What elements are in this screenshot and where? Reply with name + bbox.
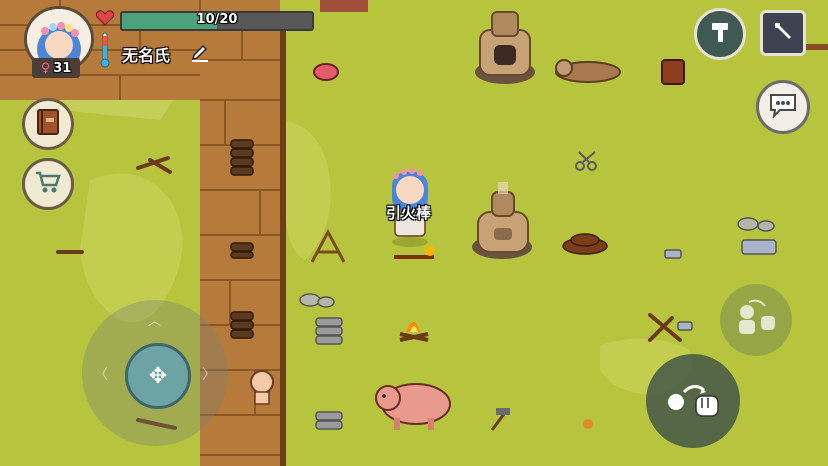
red-rock bbox=[320, 0, 368, 12]
interact-hand-icon bbox=[733, 298, 779, 342]
female-icon: ♀ bbox=[40, 60, 51, 76]
journal-button[interactable] bbox=[22, 98, 74, 150]
book-icon bbox=[35, 108, 61, 140]
player-name: 无名氏 bbox=[122, 46, 171, 65]
joystick-arrow-left-icon: 〈 bbox=[94, 367, 108, 383]
chat-button[interactable] bbox=[756, 80, 810, 134]
barrel bbox=[661, 59, 685, 85]
health-text: 10/20 bbox=[196, 12, 238, 27]
level-badge: ♀ 31 bbox=[32, 58, 80, 78]
punch-fist-icon bbox=[662, 376, 724, 426]
dpad-icon: ✥ bbox=[148, 363, 168, 389]
level-value: 31 bbox=[53, 60, 72, 76]
leaf bbox=[583, 419, 593, 429]
pencil-icon[interactable] bbox=[190, 44, 210, 62]
wrench-icon bbox=[771, 19, 795, 47]
interact-button[interactable] bbox=[720, 284, 792, 356]
chat-bubble-icon bbox=[768, 92, 798, 122]
baby-npc bbox=[250, 370, 274, 405]
health-bar: 10/20 bbox=[120, 11, 314, 31]
heart-icon bbox=[95, 10, 115, 26]
build-button[interactable] bbox=[694, 8, 746, 60]
settings-button[interactable] bbox=[760, 10, 806, 56]
hammer-icon bbox=[708, 20, 732, 48]
joystick-arrow-up-icon: ︿ bbox=[148, 314, 162, 329]
thermometer-icon bbox=[100, 32, 110, 68]
raw-meat bbox=[313, 63, 339, 81]
virtual-joystick[interactable]: ︿ 〈 〉 ✥ bbox=[82, 300, 228, 446]
shop-button[interactable] bbox=[22, 158, 74, 210]
attack-button[interactable] bbox=[646, 354, 740, 448]
joystick-thumb[interactable]: ✥ bbox=[125, 343, 191, 409]
held-item-label: 引火棒 bbox=[386, 204, 432, 222]
shopping-cart-icon bbox=[34, 169, 62, 199]
joystick-arrow-right-icon: 〉 bbox=[202, 367, 216, 383]
